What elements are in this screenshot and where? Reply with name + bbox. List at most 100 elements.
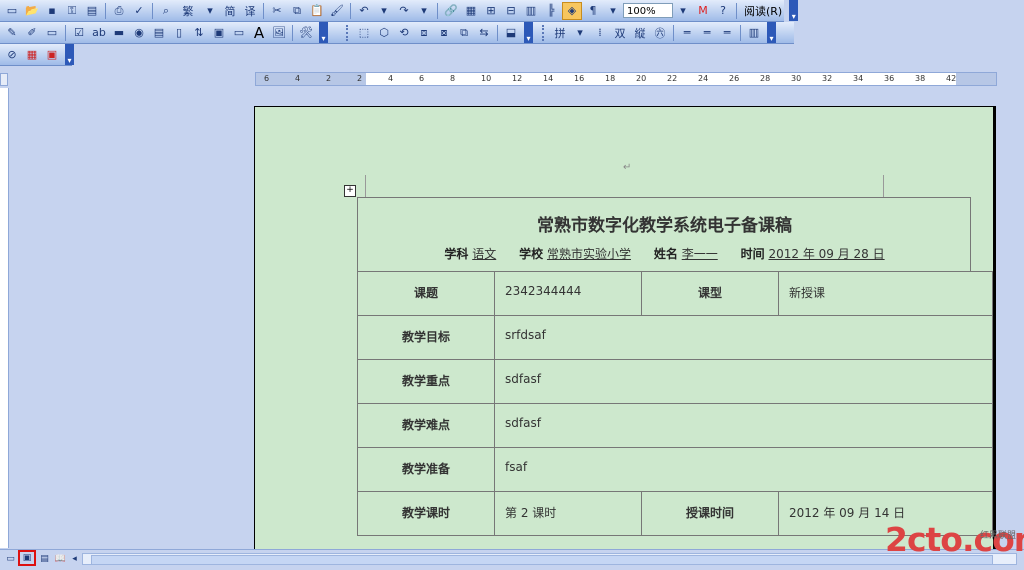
- radio-icon[interactable]: ◉: [130, 25, 148, 41]
- teach-time-label-cell[interactable]: 授课时间: [641, 491, 779, 536]
- hours-value-cell[interactable]: 第 2 课时: [494, 491, 642, 536]
- research-icon[interactable]: ⌕: [157, 3, 175, 19]
- help-icon[interactable]: ?: [714, 3, 732, 19]
- print-preview-icon[interactable]: ⎙: [110, 3, 128, 19]
- undo-icon[interactable]: ↶: [355, 3, 373, 19]
- textbox-icon[interactable]: ab: [90, 25, 108, 41]
- redo-icon[interactable]: ↷: [395, 3, 413, 19]
- key-value-cell[interactable]: sdfasf: [494, 359, 993, 404]
- edit-icon[interactable]: ✐: [23, 25, 41, 41]
- type-value-cell[interactable]: 新授课: [778, 271, 993, 316]
- insert-excel-icon[interactable]: ⊟: [502, 3, 520, 19]
- save-icon[interactable]: ▪: [43, 3, 61, 19]
- autoshape-icon[interactable]: ⬡: [375, 25, 393, 41]
- combine-chars-icon[interactable]: 双: [611, 25, 629, 41]
- tables-borders-icon[interactable]: ▦: [462, 3, 480, 19]
- tate-chu-yoko-icon[interactable]: 縦: [631, 25, 649, 41]
- difficult-label-cell[interactable]: 教学难点: [357, 403, 495, 448]
- horizontal-scrollbar[interactable]: [82, 553, 1017, 565]
- line-icon[interactable]: ▬: [110, 25, 128, 41]
- listbox-icon[interactable]: ▤: [150, 25, 168, 41]
- reading-view-icon[interactable]: 📖: [54, 553, 67, 565]
- toolbar-grip[interactable]: [346, 24, 351, 41]
- line-style-2-icon[interactable]: ═: [698, 25, 716, 41]
- align-icon[interactable]: ⧉: [455, 25, 473, 41]
- note-icon[interactable]: ▭: [43, 25, 61, 41]
- red-doc-icon[interactable]: ▦: [23, 47, 41, 63]
- toolbar-options-icon[interactable]: ▾: [65, 44, 74, 65]
- image-control-icon[interactable]: ▣: [210, 25, 228, 41]
- horizontal-scroll-thumb[interactable]: [91, 555, 993, 565]
- rotate-icon[interactable]: ⟲: [395, 25, 413, 41]
- goal-value-cell[interactable]: srfdsaf: [494, 315, 993, 360]
- toolbar-grip[interactable]: [542, 24, 547, 41]
- prep-label-cell[interactable]: 教学准备: [357, 447, 495, 492]
- office-m-icon[interactable]: M: [694, 3, 712, 19]
- read-mode-button[interactable]: 阅读(R): [740, 3, 786, 19]
- tools-icon[interactable]: 🛠: [297, 25, 315, 41]
- document-page[interactable]: ↵ + 常熟市数字化教学系统电子备课稿 学科 语文 学校 常熟市实验小学 姓名 …: [254, 106, 996, 552]
- flip-icon[interactable]: ⇆: [475, 25, 493, 41]
- dropdown-arrow-icon[interactable]: ▾: [571, 25, 589, 41]
- topic-value-cell[interactable]: 2342344444: [494, 271, 642, 316]
- format-painter-icon[interactable]: 🖌: [328, 3, 346, 19]
- show-hide-icon[interactable]: ¶: [584, 3, 602, 19]
- hyperlink-icon[interactable]: 🔗: [442, 3, 460, 19]
- hours-label-cell[interactable]: 教学课时: [357, 491, 495, 536]
- zoom-dropdown-icon[interactable]: ▾: [674, 3, 692, 19]
- difficult-value-cell[interactable]: sdfasf: [494, 403, 993, 448]
- dropdown-arrow-icon[interactable]: ▾: [201, 3, 219, 19]
- scroll-left-icon[interactable]: ◂: [68, 553, 81, 565]
- zoom-input[interactable]: 100%: [623, 3, 673, 18]
- normal-view-icon[interactable]: ▭: [4, 553, 17, 565]
- goal-label-cell[interactable]: 教学目标: [357, 315, 495, 360]
- emphasis-icon[interactable]: ⁞: [591, 25, 609, 41]
- translate-icon[interactable]: 译: [241, 3, 259, 19]
- prep-value-cell[interactable]: fsaf: [494, 447, 993, 492]
- simplified-chinese-icon[interactable]: 简: [221, 3, 239, 19]
- ruler-toggle-icon[interactable]: [0, 73, 8, 86]
- phonetic-guide-icon[interactable]: 拼: [551, 25, 569, 41]
- paste-icon[interactable]: 📋: [308, 3, 326, 19]
- label-control-icon[interactable]: ▭: [230, 25, 248, 41]
- insert-table-icon[interactable]: ⊞: [482, 3, 500, 19]
- drawing-icon[interactable]: ╠: [542, 3, 560, 19]
- toolbar-options-icon[interactable]: ▾: [789, 0, 799, 21]
- select-objects-icon[interactable]: ⬚: [355, 25, 373, 41]
- web-layout-view-icon[interactable]: ▣: [18, 550, 36, 566]
- document-map-icon[interactable]: ◈: [562, 1, 582, 20]
- key-label-cell[interactable]: 教学重点: [357, 359, 495, 404]
- table-move-handle-icon[interactable]: +: [344, 185, 356, 197]
- print-icon[interactable]: ▤: [83, 3, 101, 19]
- topic-label-cell[interactable]: 课题: [357, 271, 495, 316]
- dropdown-arrow-icon[interactable]: ▾: [415, 3, 433, 19]
- enclose-chars-icon[interactable]: ㊅: [651, 25, 669, 41]
- line-style-3-icon[interactable]: ═: [718, 25, 736, 41]
- new-document-icon[interactable]: ▭: [3, 3, 21, 19]
- spin-icon[interactable]: ⇅: [190, 25, 208, 41]
- type-label-cell[interactable]: 课型: [641, 271, 779, 316]
- circle-icon[interactable]: ⊘: [3, 47, 21, 63]
- vertical-ruler[interactable]: [0, 88, 9, 548]
- horizontal-ruler[interactable]: 6 4 2 2 4 6 8 10 12 14 16 18 20 22 24 26 28 30 32 34 36 38 42: [255, 72, 997, 86]
- cut-icon[interactable]: ✂: [268, 3, 286, 19]
- checkbox-icon[interactable]: ☑: [70, 25, 88, 41]
- permission-icon[interactable]: ⚿: [63, 3, 81, 19]
- red-doc-2-icon[interactable]: ▣: [43, 47, 61, 63]
- picture-icon[interactable]: 🖼: [270, 25, 288, 41]
- group-icon[interactable]: ⧈: [415, 25, 433, 41]
- columns-list-icon[interactable]: ▥: [745, 25, 763, 41]
- print-layout-view-icon[interactable]: ▤: [38, 553, 51, 565]
- open-folder-icon[interactable]: 📂: [23, 3, 41, 19]
- ungroup-icon[interactable]: ⧇: [435, 25, 453, 41]
- line-style-1-icon[interactable]: ═: [678, 25, 696, 41]
- toolbar-options-icon[interactable]: ▾: [319, 22, 328, 43]
- spelling-icon[interactable]: ✓: [130, 3, 148, 19]
- traditional-chinese-button[interactable]: 繁: [177, 3, 199, 19]
- toolbar-options-icon[interactable]: ▾: [767, 22, 776, 43]
- copy-icon[interactable]: ⧉: [288, 3, 306, 19]
- scrollbar-icon[interactable]: ▯: [170, 25, 188, 41]
- pen-icon[interactable]: ✎: [3, 25, 21, 41]
- columns-icon[interactable]: ▥: [522, 3, 540, 19]
- font-a-button[interactable]: A: [250, 24, 268, 42]
